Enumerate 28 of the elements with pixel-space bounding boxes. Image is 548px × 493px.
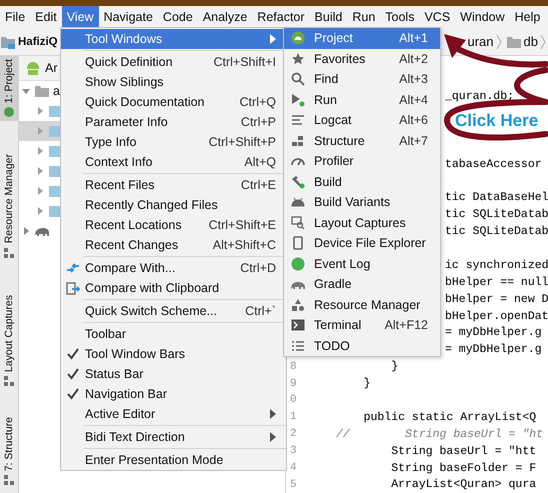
line-number: 4 — [289, 462, 298, 474]
line-number: 3 — [289, 445, 298, 458]
code-line: ic synchronized — [445, 258, 548, 272]
code-line: String baseFolder = F — [390, 462, 536, 475]
code-line: = myDbHelper.g — [445, 343, 542, 356]
click-here-label: Click Here — [455, 111, 538, 131]
line-number: 8 — [289, 360, 298, 373]
code-line: } — [390, 360, 398, 374]
code-line: bHelper.openDat — [445, 310, 548, 323]
code-line: tic SQLiteDatab — [445, 208, 548, 222]
line-number: 2 — [289, 428, 298, 440]
code-line: tic SQLiteDatab — [445, 225, 548, 238]
code-line: } — [362, 377, 371, 390]
tree-node-label: a — [53, 84, 60, 98]
line-number: 5 — [289, 478, 298, 491]
code-line: // String baseUrl = "ht — [336, 428, 544, 441]
code-line: tic DataBaseHel — [445, 191, 548, 204]
line-number: 0 — [289, 394, 298, 406]
code-line: String baseUrl = "htt — [390, 444, 536, 458]
line-number: 9 — [289, 378, 298, 390]
code-line: bHelper == null — [445, 276, 548, 289]
code-line: bHelper = new D — [445, 292, 548, 306]
code-line: _quran.db; — [445, 90, 514, 103]
code-line: = myDbHelper.g — [445, 326, 542, 340]
code-line: public static ArrayList<Q — [362, 410, 536, 424]
code-line: ArrayList<Quran> qura — [390, 478, 536, 492]
code-line: tabaseAccessor — [445, 158, 542, 170]
line-number: 1 — [289, 411, 298, 424]
